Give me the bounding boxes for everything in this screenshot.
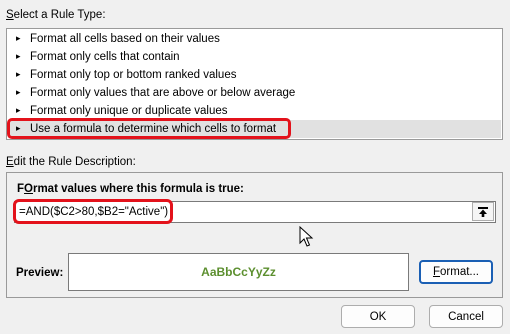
- rule-item-all-cells[interactable]: ▸ Format all cells based on their values: [8, 30, 501, 48]
- rule-arrow-icon: ▸: [16, 122, 21, 133]
- cancel-button[interactable]: Cancel: [429, 305, 503, 328]
- rule-item-label: Use a formula to determine which cells t…: [30, 123, 277, 135]
- collapse-dialog-icon: [478, 206, 488, 217]
- edit-rule-description-label: Edit the Rule Description:: [6, 156, 136, 168]
- formula-title-accel: O: [24, 183, 33, 195]
- rule-item-cells-contain[interactable]: ▸ Format only cells that contain: [8, 48, 501, 66]
- edit-rule-accel: E: [6, 156, 14, 168]
- rule-item-label: Format only values that are above or bel…: [30, 87, 296, 99]
- rule-item-use-formula[interactable]: ▸ Use a formula to determine which cells…: [8, 120, 501, 138]
- format-button-text: ormat...: [440, 266, 479, 278]
- formula-input[interactable]: =AND($C2>80,$B2="Active"): [14, 201, 496, 223]
- formula-title-text: rmat values where this formula is true:: [32, 183, 244, 195]
- format-button[interactable]: Format...: [419, 260, 493, 284]
- ok-button-label: OK: [369, 310, 387, 323]
- rule-arrow-icon: ▸: [16, 50, 21, 61]
- cancel-button-label: Cancel: [448, 310, 484, 323]
- rule-item-label: Format all cells based on their values: [30, 33, 220, 45]
- select-rule-type-label: Select a Rule Type:: [6, 9, 106, 21]
- rule-arrow-icon: ▸: [16, 104, 21, 115]
- preview-label: Preview:: [16, 267, 64, 279]
- rule-item-label: Format only cells that contain: [30, 51, 180, 63]
- rule-item-above-below-average[interactable]: ▸ Format only values that are above or b…: [8, 84, 501, 102]
- mouse-cursor-icon: [299, 226, 314, 247]
- formula-value: =AND($C2>80,$B2="Active"): [19, 206, 169, 218]
- rule-type-list[interactable]: ▸ Format all cells based on their values…: [6, 28, 503, 140]
- rule-item-unique-duplicate[interactable]: ▸ Format only unique or duplicate values: [8, 102, 501, 120]
- rule-arrow-icon: ▸: [16, 32, 21, 43]
- formula-title: FOrmat values where this formula is true…: [17, 183, 244, 195]
- rule-item-top-bottom[interactable]: ▸ Format only top or bottom ranked value…: [8, 66, 501, 84]
- rule-item-label: Format only top or bottom ranked values: [30, 69, 237, 81]
- rule-arrow-icon: ▸: [16, 68, 21, 79]
- format-button-accel: F: [432, 266, 441, 278]
- select-rule-type-text: elect a Rule Type:: [13, 9, 106, 21]
- select-rule-type-accel: S: [6, 9, 14, 21]
- collapse-dialog-button[interactable]: [472, 202, 494, 221]
- ok-button[interactable]: OK: [341, 305, 415, 328]
- preview-box: AaBbCcYyZz: [68, 253, 409, 291]
- rule-arrow-icon: ▸: [16, 86, 21, 97]
- edit-rule-text: dit the Rule Description:: [13, 156, 136, 168]
- formula-title-pre: F: [17, 183, 25, 195]
- rule-item-label: Format only unique or duplicate values: [30, 105, 228, 117]
- preview-sample-text: AaBbCcYyZz: [201, 265, 276, 279]
